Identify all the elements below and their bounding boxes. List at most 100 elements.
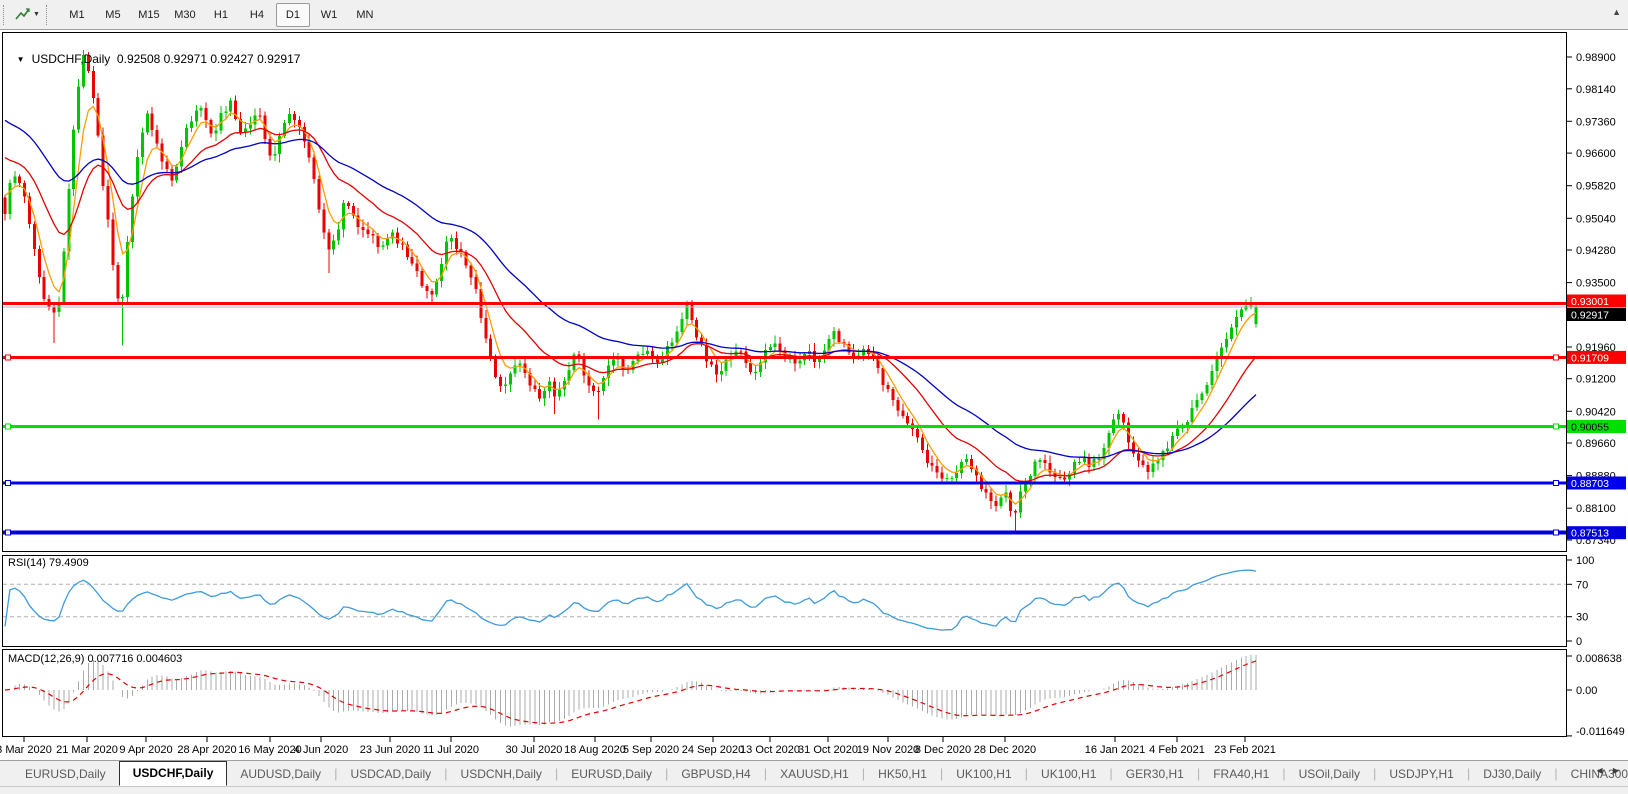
chart-tab-usdjpy-h1[interactable]: USDJPY,H1: [1376, 762, 1466, 786]
svg-text:0.95820: 0.95820: [1576, 181, 1616, 193]
svg-text:0.008638: 0.008638: [1576, 653, 1622, 665]
svg-text:0.89660: 0.89660: [1576, 438, 1616, 450]
chart-tab-gbpusd-h4[interactable]: GBPUSD,H4: [668, 762, 763, 786]
toolbar-grip[interactable]: [3, 5, 8, 25]
line-drag-handle: [6, 481, 11, 486]
line-drag-handle: [6, 355, 11, 360]
chart-tab-dj30-daily[interactable]: DJ30,Daily: [1470, 762, 1554, 786]
date-axis: 3 Mar 2020 21 Mar 20209 Apr 2020 28 Apr 20…: [0, 737, 1276, 756]
dropdown-caret-icon[interactable]: ▼: [33, 11, 40, 18]
line-drag-handle: [1554, 530, 1559, 535]
svg-text:9 Apr 2020: 9 Apr 2020: [119, 744, 172, 756]
timeframe-button-MN[interactable]: MN: [348, 3, 382, 27]
chart-canvas[interactable]: 0.989000.981400.973600.966000.958200.950…: [0, 0, 1628, 760]
svg-text:0.92917: 0.92917: [1571, 310, 1609, 322]
svg-text:0.90420: 0.90420: [1576, 406, 1616, 418]
macd-signal-line: [5, 661, 1256, 723]
svg-text:0.88703: 0.88703: [1571, 478, 1609, 490]
chart-tab-hk50-h1[interactable]: HK50,H1: [865, 762, 940, 786]
svg-text:16 May 2020: 16 May 2020: [238, 744, 302, 756]
horizontal-level-lines[interactable]: [3, 304, 1566, 536]
tab-scroll-buttons: ◀ ▶: [1592, 766, 1623, 775]
svg-text:30: 30: [1576, 612, 1588, 624]
collapse-arrow-icon[interactable]: ▼: [17, 55, 25, 64]
macd-panel: 0.008638 0.00 -0.011649: [5, 653, 1625, 738]
svg-text:0.93001: 0.93001: [1571, 296, 1609, 308]
svg-text:0.98900: 0.98900: [1576, 52, 1616, 64]
svg-text:18 Aug 2020: 18 Aug 2020: [564, 744, 626, 756]
timeframe-button-M15[interactable]: M15: [132, 3, 166, 27]
svg-text:0.91200: 0.91200: [1576, 374, 1616, 386]
chart-tab-xauusd-h1[interactable]: XAUUSD,H1: [767, 762, 862, 786]
svg-text:16 Jan 2021: 16 Jan 2021: [1085, 744, 1146, 756]
chart-tab-ger30-h1[interactable]: GER30,H1: [1113, 762, 1197, 786]
timeframe-button-W1[interactable]: W1: [312, 3, 346, 27]
timeframe-button-D1[interactable]: D1: [276, 3, 310, 27]
chart-tab-uk100-h1[interactable]: UK100,H1: [943, 762, 1024, 786]
svg-text:3 Mar 2020: 3 Mar 2020: [0, 744, 52, 756]
svg-text:4 Jun 2020: 4 Jun 2020: [294, 744, 348, 756]
candlestick-series: [4, 50, 1258, 531]
svg-text:-0.011649: -0.011649: [1576, 726, 1625, 738]
chart-tab-audusd-daily[interactable]: AUDUSD,Daily: [227, 762, 334, 786]
svg-text:28 Apr 2020: 28 Apr 2020: [177, 744, 236, 756]
macd-histogram: [15, 655, 1256, 726]
svg-text:70: 70: [1576, 579, 1588, 591]
svg-text:0: 0: [1576, 636, 1582, 648]
svg-text:23 Jun 2020: 23 Jun 2020: [360, 744, 421, 756]
line-drag-handle: [6, 530, 11, 535]
timeframe-button-H1[interactable]: H1: [204, 3, 238, 27]
svg-text:0.95040: 0.95040: [1576, 213, 1616, 225]
svg-text:0.00: 0.00: [1576, 685, 1597, 697]
svg-text:31 Oct 2020: 31 Oct 2020: [798, 744, 858, 756]
chart-tab-fra40-h1[interactable]: FRA40,H1: [1200, 762, 1282, 786]
svg-text:0.87513: 0.87513: [1571, 528, 1609, 540]
rsi-panel: 100 70 30 0: [3, 555, 1594, 648]
svg-text:5 Sep 2020: 5 Sep 2020: [623, 744, 679, 756]
toolbar-overflow-up-icon[interactable]: ▲: [1612, 8, 1621, 17]
svg-text:0.97360: 0.97360: [1576, 116, 1616, 128]
status-strip: [0, 786, 1628, 794]
svg-text:24 Sep 2020: 24 Sep 2020: [682, 744, 744, 756]
toolbar-grip-2[interactable]: [46, 5, 51, 25]
toolbar: ▼ M1M5M15M30H1H4D1W1MN ▲: [0, 0, 1628, 30]
chart-title-text: USDCHF,Daily 0.92508 0.92971 0.92427 0.9…: [32, 52, 301, 66]
svg-text:0.93500: 0.93500: [1576, 278, 1616, 290]
svg-text:11 Jul 2020: 11 Jul 2020: [423, 744, 479, 756]
line-drag-handle: [6, 424, 11, 429]
line-drag-handle: [1554, 424, 1559, 429]
svg-text:0.90055: 0.90055: [1571, 422, 1609, 434]
svg-text:4 Feb 2021: 4 Feb 2021: [1149, 744, 1205, 756]
chart-tab-eurusd-daily[interactable]: EURUSD,Daily: [558, 762, 665, 786]
timeframe-button-M5[interactable]: M5: [96, 3, 130, 27]
svg-text:0.98140: 0.98140: [1576, 84, 1616, 96]
tab-scroll-right-icon[interactable]: ▶: [1609, 764, 1623, 777]
line-drag-handle: [1554, 355, 1559, 360]
panel-frames: [3, 33, 1567, 737]
rsi-line: [5, 570, 1256, 630]
svg-text:28 Dec 2020: 28 Dec 2020: [974, 744, 1036, 756]
symbol-tab-bar: EURUSD,DailyUSDCHF,DailyAUDUSD,Daily|USD…: [0, 760, 1628, 786]
chart-tab-usdcnh-daily[interactable]: USDCNH,Daily: [448, 762, 555, 786]
macd-indicator-label: MACD(12,26,9) 0.007716 0.004603: [8, 653, 182, 665]
chart-tab-uk100-h1[interactable]: UK100,H1: [1028, 762, 1109, 786]
svg-text:8 Dec 2020: 8 Dec 2020: [915, 744, 971, 756]
line-drag-handle: [1554, 481, 1559, 486]
svg-text:100: 100: [1576, 555, 1594, 567]
chart-tab-usdcad-daily[interactable]: USDCAD,Daily: [337, 762, 444, 786]
svg-text:19 Nov 2020: 19 Nov 2020: [857, 744, 919, 756]
line-studies-icon[interactable]: [14, 6, 32, 24]
chart-title: ▼ USDCHF,Daily 0.92508 0.92971 0.92427 0.…: [10, 38, 300, 66]
svg-text:13 Oct 2020: 13 Oct 2020: [740, 744, 800, 756]
svg-text:0.91709: 0.91709: [1571, 352, 1609, 364]
chart-tab-usoil-daily[interactable]: USOil,Daily: [1286, 762, 1373, 786]
chart-tab-eurusd-daily[interactable]: EURUSD,Daily: [12, 762, 119, 786]
svg-text:21 Mar 2020: 21 Mar 2020: [56, 744, 118, 756]
chart-tab-usdchf-daily[interactable]: USDCHF,Daily: [119, 761, 228, 786]
timeframe-button-M30[interactable]: M30: [168, 3, 202, 27]
timeframe-button-M1[interactable]: M1: [60, 3, 94, 27]
tab-scroll-left-icon[interactable]: ◀: [1592, 764, 1606, 777]
timeframe-button-H4[interactable]: H4: [240, 3, 274, 27]
rsi-indicator-label: RSI(14) 79.4909: [8, 557, 89, 569]
ma-slow-line: [5, 120, 1256, 458]
